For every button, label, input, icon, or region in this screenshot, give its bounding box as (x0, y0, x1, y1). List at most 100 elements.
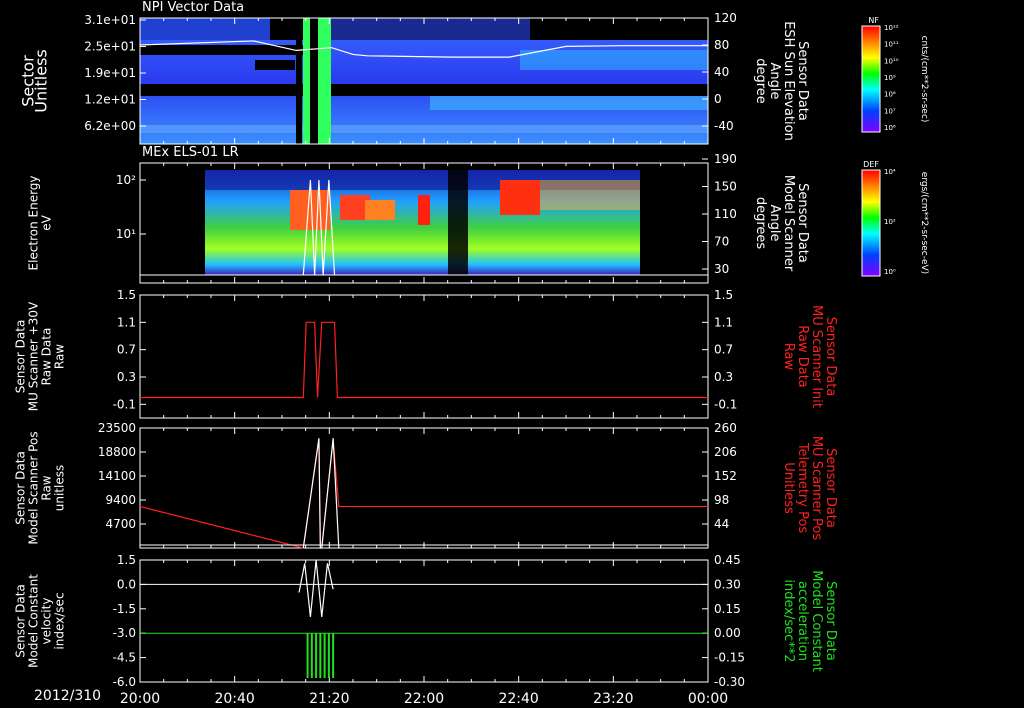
y-right-axis-label: Sensor Data (823, 317, 838, 397)
colorbar-unit-label: ergs/(cm**2-sr-sec-eV) (919, 172, 929, 274)
y-axis-label: unitless (53, 465, 67, 511)
y-axis-label: Model Scanner Pos (27, 431, 41, 544)
y-right-tick-label: 190 (714, 152, 737, 166)
y-axis-label: Raw Data (40, 328, 54, 386)
y-tick-label: 3.1e+01 (84, 13, 136, 27)
time-tick-label: 20:40 (214, 691, 254, 707)
y-axis-label: Raw (53, 344, 67, 369)
y-right-axis-label: Raw (781, 343, 796, 371)
colorbar-tick-label: 10⁴ (884, 168, 896, 176)
y-right-axis-label: Raw Data (795, 325, 810, 388)
y-right-tick-label: 206 (714, 445, 737, 459)
colorbar-tick-label: 10⁸ (884, 91, 896, 99)
y-right-tick-label: 98 (714, 493, 729, 507)
y-right-tick-label: -40 (714, 119, 734, 133)
y-tick-label: 10² (116, 173, 136, 187)
y-axis-label: eV (40, 214, 54, 230)
time-tick-label: 21:20 (309, 691, 349, 707)
y-tick-label: 1.2e+01 (84, 93, 136, 107)
y-tick-label: -1.5 (113, 602, 136, 616)
y-tick-label: 14100 (98, 469, 136, 483)
y-right-tick-label: 0.30 (714, 577, 741, 591)
time-tick-label: 20:00 (120, 691, 160, 707)
y-right-tick-label: -0.1 (714, 397, 737, 411)
y-right-axis-label: degrees (753, 197, 768, 250)
y-right-tick-label: 0.3 (714, 370, 733, 384)
y-right-tick-label: 150 (714, 180, 737, 194)
y-right-axis-label: Model Scanner (781, 175, 796, 272)
y-tick-label: 0.3 (117, 370, 136, 384)
colorbar (861, 169, 881, 277)
y-right-tick-label: 0.45 (714, 553, 741, 567)
y-tick-label: 23500 (98, 421, 136, 435)
panel-1-title: NPI Vector Data (142, 0, 245, 15)
y-tick-label: 2.5e+01 (84, 40, 136, 54)
time-tick-label: 23:20 (593, 691, 633, 707)
panel-5-frame (139, 559, 709, 683)
y-tick-label: -3.0 (113, 626, 136, 640)
y-axis-label: velocity (40, 598, 54, 645)
y-tick-label: 10¹ (116, 227, 136, 241)
y-right-axis-label: acceleration (795, 581, 810, 661)
y-right-axis-label: Sensor Data (795, 41, 810, 121)
colorbar (861, 25, 881, 133)
y-tick-label: -4.5 (113, 651, 136, 665)
colorbar-tick-label: 10⁰ (884, 268, 896, 276)
model-scanner-pos-line (302, 438, 340, 549)
y-axis-label: Electron Energy (27, 175, 41, 270)
colorbar-tick-label: 10² (884, 218, 896, 226)
y-tick-label: 9400 (105, 493, 136, 507)
y-tick-label: -0.1 (113, 397, 136, 411)
y-axis-label: Sensor Data (14, 451, 28, 525)
y-axis-label: MU Scanner +30V (27, 301, 41, 411)
y-right-tick-label: 0.15 (714, 602, 741, 616)
y-right-tick-label: 0 (714, 92, 722, 106)
y-tick-label: 1.5 (117, 553, 136, 567)
y-right-axis-label: ESH Sun Elevation (781, 21, 796, 141)
y-tick-label: 0.0 (117, 577, 136, 591)
y-right-tick-label: 110 (714, 207, 737, 221)
velocity-wiggle (298, 559, 334, 617)
y-right-tick-label: -0.30 (714, 675, 745, 689)
y-tick-label: 18800 (98, 445, 136, 459)
colorbar-tick-label: 10¹⁰ (884, 57, 899, 65)
time-tick-label: 22:40 (498, 691, 538, 707)
y-right-axis-label: Angle (767, 205, 782, 242)
panel-2-title: MEx ELS-01 LR (142, 145, 239, 160)
panel-3-frame (139, 294, 709, 419)
y-right-axis-label: Model Constant (809, 570, 824, 672)
y-axis-label: Sensor Data (14, 584, 28, 658)
y-right-tick-label: 1.1 (714, 315, 733, 329)
mu-scanner-pos-line (139, 439, 708, 549)
colorbar-title: NF (868, 16, 879, 25)
colorbar-tick-label: 10⁷ (884, 107, 896, 115)
els-heatmap (205, 170, 640, 275)
y-tick-label: -6.0 (113, 675, 136, 689)
y-right-axis-label: Unitless (781, 462, 796, 514)
y-right-tick-label: 152 (714, 469, 737, 483)
y-tick-label: 1.9e+01 (84, 66, 136, 80)
y-axis-label: Unitless (32, 49, 51, 113)
y-right-axis-label: index/sec**2 (781, 579, 796, 662)
colorbar-tick-label: 10⁶ (884, 124, 896, 132)
y-right-axis-label: Sensor Data (823, 448, 838, 528)
npi-heatmap (140, 18, 708, 144)
y-tick-label: 4700 (105, 517, 136, 531)
colorbar-tick-label: 10¹¹ (884, 41, 899, 49)
y-right-axis-label: Sensor Data (823, 581, 838, 661)
y-right-tick-label: 80 (714, 38, 729, 52)
colorbar-tick-label: 10¹² (884, 24, 899, 32)
colorbar-unit-label: cnts/(cm**2-sr-sec) (919, 36, 929, 123)
y-tick-label: 0.7 (117, 343, 136, 357)
y-right-tick-label: 44 (714, 517, 729, 531)
y-right-axis-label: MU Scanner Pos (809, 436, 824, 541)
y-tick-label: 1.1 (117, 315, 136, 329)
y-right-tick-label: 70 (714, 235, 729, 249)
y-right-axis-label: degree (753, 58, 768, 104)
y-axis-label: Raw (40, 475, 54, 500)
time-tick-label: 00:00 (688, 691, 728, 707)
panel-4-frame (139, 427, 709, 549)
y-right-tick-label: 30 (714, 262, 729, 276)
colorbar-tick-label: 10⁹ (884, 74, 896, 82)
y-tick-label: 1.5 (117, 288, 136, 302)
